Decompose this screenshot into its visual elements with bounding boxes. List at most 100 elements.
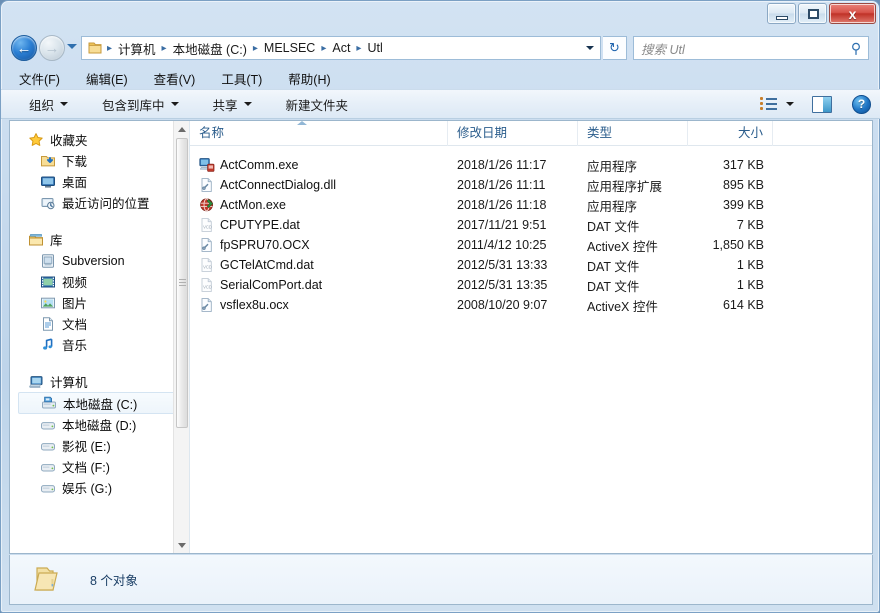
- back-button[interactable]: ←: [11, 35, 37, 61]
- new-folder-button[interactable]: 新建文件夹: [280, 92, 355, 117]
- address-history-dropdown-icon[interactable]: [580, 37, 600, 59]
- file-name-cell[interactable]: vsflex8u.ocx: [190, 297, 448, 313]
- breadcrumb-item-4[interactable]: Utl: [363, 39, 386, 57]
- sidebar-item-subversion[interactable]: Subversion: [10, 250, 189, 271]
- file-name-cell[interactable]: ActComm.exe: [190, 157, 448, 173]
- chevron-down-icon: [60, 102, 68, 106]
- recent-pages-dropdown-icon[interactable]: [67, 44, 77, 49]
- table-row[interactable]: ActConnectDialog.dll 2018/1/26 11:11 应用程…: [190, 175, 872, 195]
- breadcrumb-separator: ▸: [251, 43, 260, 54]
- file-name-cell[interactable]: ActMon.exe: [190, 197, 448, 213]
- sidebar-item-desktop-label: 桌面: [62, 172, 87, 191]
- column-header-name[interactable]: 名称: [190, 121, 448, 146]
- table-row[interactable]: ActComm.exe 2018/1/26 11:17 应用程序 317 KB: [190, 155, 872, 175]
- file-name-label: SerialComPort.dat: [220, 278, 322, 292]
- sidebar-item-local-disk-d[interactable]: 本地磁盘 (D:): [10, 414, 189, 435]
- search-input[interactable]: 搜索 Utl: [634, 39, 844, 58]
- sidebar-item-drive-g[interactable]: 娱乐 (G:): [10, 477, 189, 498]
- breadcrumb-item-3[interactable]: Act: [328, 39, 354, 57]
- sidebar-item-documents[interactable]: 文档: [10, 313, 189, 334]
- scroll-up-icon[interactable]: [174, 121, 189, 137]
- sidebar-item-video[interactable]: 视频: [10, 271, 189, 292]
- change-view-icon[interactable]: [758, 95, 778, 113]
- sidebar-item-pictures-label: 图片: [62, 293, 87, 312]
- table-row[interactable]: ActMon.exe 2018/1/26 11:18 应用程序 399 KB: [190, 195, 872, 215]
- sidebar-item-drive-f[interactable]: 文档 (F:): [10, 456, 189, 477]
- sidebar-item-drive-e[interactable]: 影视 (E:): [10, 435, 189, 456]
- preview-pane-icon[interactable]: [812, 96, 832, 113]
- forward-button[interactable]: →: [39, 35, 65, 61]
- scrollbar-thumb[interactable]: [176, 138, 188, 428]
- table-row[interactable]: VCD CPUTYPE.dat 2017/11/21 9:51 DAT 文件 7…: [190, 215, 872, 235]
- sidebar-item-downloads[interactable]: 下载: [10, 150, 189, 171]
- sidebar-group-libraries[interactable]: 库: [10, 229, 189, 250]
- dat-icon: VCD: [199, 217, 215, 233]
- file-name-cell[interactable]: fpSPRU70.OCX: [190, 237, 448, 253]
- breadcrumb-item-0[interactable]: 计算机: [114, 37, 160, 60]
- file-date-cell: 2012/5/31 13:35: [448, 278, 578, 292]
- drive-icon: [40, 480, 56, 496]
- ocx-icon: [199, 297, 215, 313]
- breadcrumb-separator: ▸: [354, 43, 363, 54]
- file-name-cell[interactable]: ActConnectDialog.dll: [190, 177, 448, 193]
- menu-file[interactable]: 文件(F): [15, 67, 64, 90]
- file-name-label: GCTelAtCmd.dat: [220, 258, 314, 272]
- table-row[interactable]: fpSPRU70.OCX 2011/4/12 10:25 ActiveX 控件 …: [190, 235, 872, 255]
- organize-label: 组织: [29, 95, 54, 114]
- menu-bar: 文件(F) 编辑(E) 查看(V) 工具(T) 帮助(H): [1, 67, 880, 89]
- file-name-cell[interactable]: VCD SerialComPort.dat: [190, 277, 448, 293]
- menu-help[interactable]: 帮助(H): [284, 67, 334, 90]
- sidebar-item-subversion-label: Subversion: [62, 254, 125, 268]
- chevron-down-icon: [171, 102, 179, 106]
- drive-icon: [40, 438, 56, 454]
- sidebar-item-pictures[interactable]: 图片: [10, 292, 189, 313]
- navigation-pane-scrollbar[interactable]: [173, 121, 189, 553]
- close-button[interactable]: x: [829, 3, 876, 24]
- column-header-size[interactable]: 大小: [688, 121, 773, 146]
- maximize-button[interactable]: [798, 3, 827, 24]
- sidebar-item-local-disk-c-label: 本地磁盘 (C:): [63, 394, 137, 413]
- list-top-spacer: [190, 146, 872, 155]
- system-drive-icon: [41, 395, 57, 411]
- menu-tools[interactable]: 工具(T): [217, 67, 266, 90]
- subversion-icon: [40, 253, 56, 269]
- sidebar-group-computer[interactable]: 计算机: [10, 371, 189, 392]
- forward-arrow-icon: →: [40, 36, 64, 60]
- navigation-pane[interactable]: 收藏夹 下载 桌面: [10, 121, 189, 553]
- table-row[interactable]: VCD GCTelAtCmd.dat 2012/5/31 13:33 DAT 文…: [190, 255, 872, 275]
- refresh-button[interactable]: ↻: [603, 36, 627, 60]
- column-header-row: 名称 修改日期 类型 大小: [190, 121, 872, 146]
- include-in-library-button[interactable]: 包含到库中: [96, 92, 185, 117]
- file-type-cell: ActiveX 控件: [578, 296, 688, 315]
- view-chevron-down-icon[interactable]: [786, 102, 794, 106]
- sidebar-item-music[interactable]: 音乐: [10, 334, 189, 355]
- sidebar-group-favorites[interactable]: 收藏夹: [10, 129, 189, 150]
- file-list-pane[interactable]: 名称 修改日期 类型 大小: [190, 121, 872, 553]
- scroll-down-icon[interactable]: [174, 537, 189, 553]
- address-bar[interactable]: ▸ 计算机 ▸ 本地磁盘 (C:) ▸ MELSEC ▸ Act ▸ Utl: [81, 36, 601, 60]
- sidebar-group-computer-label: 计算机: [50, 372, 88, 391]
- file-date-cell: 2017/11/21 9:51: [448, 218, 578, 232]
- downloads-icon: [40, 153, 56, 169]
- help-icon[interactable]: ?: [852, 95, 871, 114]
- menu-edit[interactable]: 编辑(E): [82, 67, 132, 90]
- file-date-cell: 2008/10/20 9:07: [448, 298, 578, 312]
- table-row[interactable]: VCD SerialComPort.dat 2012/5/31 13:35 DA…: [190, 275, 872, 295]
- breadcrumb-item-1[interactable]: 本地磁盘 (C:): [169, 37, 251, 60]
- breadcrumb-item-2[interactable]: MELSEC: [260, 39, 319, 57]
- share-button[interactable]: 共享: [207, 92, 258, 117]
- table-row[interactable]: vsflex8u.ocx 2008/10/20 9:07 ActiveX 控件 …: [190, 295, 872, 315]
- sidebar-item-local-disk-c[interactable]: 本地磁盘 (C:): [18, 392, 185, 414]
- column-header-type[interactable]: 类型: [578, 121, 688, 146]
- recent-places-icon: [40, 195, 56, 211]
- file-name-cell[interactable]: VCD GCTelAtCmd.dat: [190, 257, 448, 273]
- file-name-cell[interactable]: VCD CPUTYPE.dat: [190, 217, 448, 233]
- minimize-button[interactable]: [767, 3, 796, 24]
- column-header-date[interactable]: 修改日期: [448, 121, 578, 146]
- organize-button[interactable]: 组织: [23, 92, 74, 117]
- sidebar-item-recent-places[interactable]: 最近访问的位置: [10, 192, 189, 213]
- sidebar-item-desktop[interactable]: 桌面: [10, 171, 189, 192]
- search-box[interactable]: 搜索 Utl ⚲: [633, 36, 869, 60]
- breadcrumb: ▸ 计算机 ▸ 本地磁盘 (C:) ▸ MELSEC ▸ Act ▸ Utl: [82, 37, 580, 60]
- menu-view[interactable]: 查看(V): [150, 67, 200, 90]
